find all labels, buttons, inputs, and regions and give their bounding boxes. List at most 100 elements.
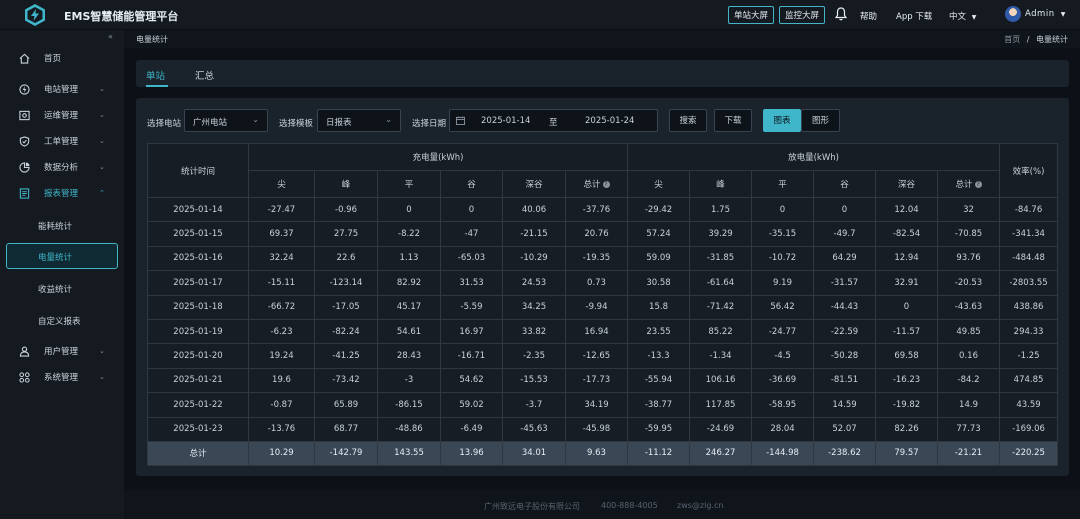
- help-link[interactable]: 帮助: [860, 10, 877, 22]
- table-cell: 0: [377, 196, 441, 223]
- date-range-separator: 至: [549, 118, 558, 128]
- table-row: 2025-01-23 -13.76 68.77 -48.86 -6.49 -45.63 -4…: [147, 416, 1059, 442]
- col-header-discharge-2: 平: [751, 170, 815, 198]
- date-range-picker[interactable]: 2025-01-14 至 2025-01-24: [449, 109, 658, 132]
- chart-icon: [19, 161, 30, 173]
- total-cell: -11.12: [627, 440, 691, 466]
- avatar[interactable]: [1005, 6, 1021, 22]
- bell-icon[interactable]: [835, 7, 847, 21]
- table-cell: -24.77: [751, 318, 815, 345]
- sidebar-item-maintenance[interactable]: 运维管理 ⌄: [0, 105, 124, 125]
- table-cell: -12.65: [564, 343, 629, 369]
- chevron-down-icon: ⌄: [252, 115, 259, 124]
- template-select[interactable]: 日报表 ⌄: [317, 109, 401, 132]
- sidebar-item-power-station[interactable]: 电站管理 ⌄: [0, 79, 124, 99]
- tab-single-station[interactable]: 单站: [146, 68, 165, 82]
- table-cell: 82.26: [875, 416, 939, 442]
- user-menu[interactable]: Admin ▼: [1025, 9, 1066, 19]
- tabs-bar: [136, 60, 1069, 87]
- footer-company: 广州致远电子股份有限公司: [484, 502, 580, 511]
- view-table-toggle[interactable]: 图表: [763, 109, 801, 132]
- table-cell: -17.05: [314, 294, 378, 320]
- col-header-discharge-3: 谷: [813, 170, 877, 198]
- sidebar-item-label: 报表管理: [44, 189, 79, 199]
- sidebar-subitem-revenue-stats[interactable]: 收益统计: [38, 283, 72, 295]
- breadcrumb-home-link[interactable]: 首页: [1004, 35, 1020, 44]
- table-cell: 23.55: [627, 318, 691, 345]
- table-cell: 39.29: [689, 221, 753, 247]
- user-icon: [19, 346, 30, 357]
- table-total-row: 总计 10.29 -142.79 143.55 13.96 34.01 9.63 -11.12…: [147, 440, 1059, 466]
- sidebar-item-label: 系统管理: [44, 373, 79, 383]
- maintenance-icon: [19, 110, 30, 120]
- monitor-screen-button[interactable]: 监控大屏: [779, 6, 826, 24]
- col-header-label: 尖: [654, 180, 663, 190]
- sidebar-item-data-analysis[interactable]: 数据分析 ⌄: [0, 157, 124, 177]
- table-cell: -27.47: [248, 196, 315, 223]
- sidebar-item-label: 数据分析: [44, 163, 79, 173]
- table-cell: -43.63: [937, 294, 1001, 320]
- table-cell: 1.75: [689, 196, 753, 223]
- download-button[interactable]: 下载: [714, 109, 752, 132]
- language-select[interactable]: 中文 ▼: [949, 10, 976, 22]
- table-cell: 0: [813, 196, 877, 223]
- help-tooltip-icon[interactable]: ?: [602, 181, 610, 188]
- table-cell: 16.97: [440, 318, 503, 345]
- table-cell: 49.85: [937, 318, 1001, 345]
- total-cell: 10.29: [248, 440, 315, 466]
- sidebar-item-system-management[interactable]: 系统管理 ⌄: [0, 367, 124, 387]
- table-cell: -31.57: [813, 270, 877, 296]
- app-logo-icon[interactable]: [23, 3, 47, 27]
- breadcrumb-current: 电量统计: [1036, 35, 1068, 44]
- sidebar-subitem-custom-report[interactable]: 自定义报表: [38, 315, 81, 327]
- table-cell: -6.23: [248, 318, 315, 345]
- table-cell: -19.35: [564, 245, 629, 272]
- table-cell: -37.76: [564, 196, 629, 223]
- single-screen-button[interactable]: 单站大屏: [728, 6, 775, 24]
- table-cell: -16.71: [440, 343, 503, 369]
- table-cell: -71.42: [689, 294, 753, 320]
- sidebar-item-user-management[interactable]: 用户管理 ⌄: [0, 341, 124, 361]
- table-cell: -61.64: [689, 270, 753, 296]
- collapse-sidebar-icon[interactable]: «: [108, 32, 113, 41]
- col-header-label: 峰: [716, 180, 725, 190]
- date-end-input[interactable]: 2025-01-24: [585, 116, 634, 126]
- sidebar-subitem-electricity-stats[interactable]: 电量统计: [6, 243, 118, 269]
- col-header-label: 平: [404, 180, 414, 190]
- calendar-icon: [456, 116, 465, 125]
- footer-email[interactable]: zws@zlg.cn: [677, 501, 723, 510]
- col-header-charge-5: 总计?: [564, 170, 629, 198]
- table-cell: 28.04: [751, 416, 815, 442]
- table-cell: -13.3: [627, 343, 691, 369]
- search-button[interactable]: 搜索: [669, 109, 707, 132]
- tab-summary[interactable]: 汇总: [195, 68, 214, 82]
- table-cell: 1.13: [377, 245, 441, 272]
- table-cell: 14.9: [937, 392, 1001, 418]
- sidebar-item-report[interactable]: 报表管理 ⌃: [0, 183, 124, 203]
- view-chart-toggle[interactable]: 图形: [801, 109, 840, 132]
- table-cell: 31.53: [440, 270, 503, 296]
- table-cell: -20.53: [937, 270, 1001, 296]
- table-cell: -13.76: [248, 416, 315, 442]
- app-download-link[interactable]: App 下载: [896, 10, 932, 22]
- template-value: 日报表: [326, 118, 352, 128]
- date-label: 选择日期: [412, 119, 447, 129]
- date-start-input[interactable]: 2025-01-14: [481, 116, 530, 126]
- table-cell: 34.25: [502, 294, 566, 320]
- sidebar-subitem-energy-consumption[interactable]: 能耗统计: [38, 220, 72, 232]
- table-row: 2025-01-17 -15.11 -123.14 82.92 31.53 24.53 0.…: [147, 270, 1059, 296]
- electricity-table: 统计时间 充电量(kWh) 放电量(kWh) 效率(%) 尖峰平谷深谷 总计? 尖峰…: [147, 143, 1059, 466]
- table-cell: 16.94: [564, 318, 629, 345]
- table-cell: -9.94: [564, 294, 629, 320]
- table-cell: -16.23: [875, 367, 939, 394]
- table-cell: -1.25: [999, 343, 1059, 369]
- col-header-discharge-4: 深谷: [875, 170, 939, 198]
- table-cell: 438.86: [999, 294, 1059, 320]
- table-cell: 54.62: [440, 367, 503, 394]
- table-cell: -70.85: [937, 221, 1001, 247]
- sidebar-item-home[interactable]: 首页: [0, 48, 124, 68]
- station-select[interactable]: 广州电站 ⌄: [184, 109, 268, 132]
- sidebar-item-work-order[interactable]: 工单管理 ⌄: [0, 131, 124, 151]
- help-tooltip-icon[interactable]: ?: [974, 181, 982, 188]
- table-cell: 294.33: [999, 318, 1059, 345]
